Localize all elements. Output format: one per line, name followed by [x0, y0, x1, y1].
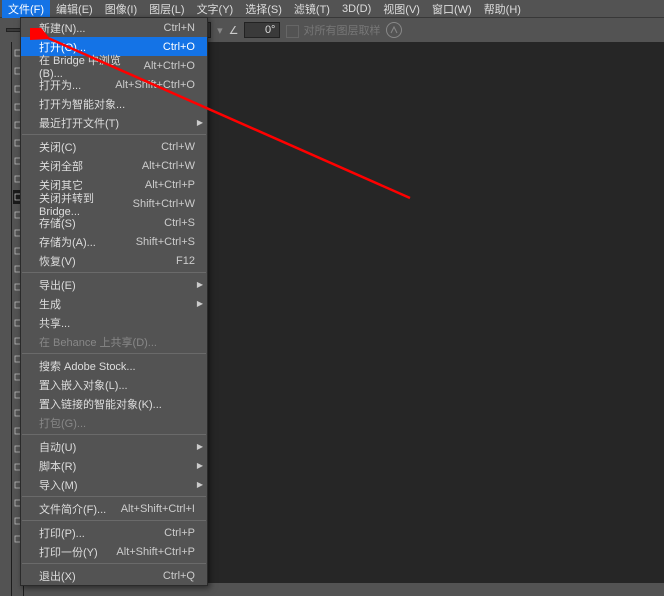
- pressure-icon[interactable]: [386, 22, 402, 38]
- menu-图层l[interactable]: 图层(L): [143, 0, 190, 18]
- menu-item[interactable]: 存储(S) Ctrl+S: [21, 213, 207, 232]
- menu-separator: [22, 496, 206, 497]
- menu-item[interactable]: 退出(X) Ctrl+Q: [21, 566, 207, 585]
- menu-item[interactable]: 打开为智能对象...: [21, 94, 207, 113]
- menu-item-label: 恢复(V): [39, 253, 76, 269]
- file-menu-dropdown: 新建(N)...Ctrl+N打开(O)...Ctrl+O在 Bridge 中浏览…: [20, 17, 208, 586]
- menu-3dd[interactable]: 3D(D): [336, 2, 377, 16]
- menu-item[interactable]: 最近打开文件(T): [21, 113, 207, 132]
- menu-编辑e[interactable]: 编辑(E): [50, 0, 99, 18]
- menu-item[interactable]: 置入链接的智能对象(K)...: [21, 394, 207, 413]
- menu-item-label: 搜索 Adobe Stock...: [39, 358, 136, 374]
- menu-帮助h[interactable]: 帮助(H): [478, 0, 527, 18]
- menu-图像i[interactable]: 图像(I): [99, 0, 143, 18]
- menu-item[interactable]: 存储为(A)... Shift+Ctrl+S: [21, 232, 207, 251]
- menu-separator: [22, 520, 206, 521]
- menu-item-shortcut: Alt+Shift+Ctrl+O: [115, 79, 195, 91]
- menu-item-label: 脚本(R): [39, 458, 76, 474]
- menu-item-label: 导出(E): [39, 277, 76, 293]
- menu-选择s[interactable]: 选择(S): [239, 0, 288, 18]
- menu-视图v[interactable]: 视图(V): [377, 0, 426, 18]
- menu-item-label: 打包(G)...: [39, 415, 86, 431]
- menu-item-label: 文件简介(F)...: [39, 501, 106, 517]
- menu-item-label: 关闭(C): [39, 139, 76, 155]
- menu-item[interactable]: 搜索 Adobe Stock...: [21, 356, 207, 375]
- menu-item[interactable]: 打印(P)... Ctrl+P: [21, 523, 207, 542]
- menu-item-label: 共享...: [39, 315, 70, 331]
- all-layers-checkbox[interactable]: 对所有图层取样: [286, 22, 380, 38]
- menu-文字y[interactable]: 文字(Y): [191, 0, 240, 18]
- menu-item[interactable]: 文件简介(F)... Alt+Shift+Ctrl+I: [21, 499, 207, 518]
- menu-item[interactable]: 关闭并转到 Bridge...Shift+Ctrl+W: [21, 194, 207, 213]
- menu-item[interactable]: 脚本(R): [21, 456, 207, 475]
- menubar: 文件(F)编辑(E)图像(I)图层(L)文字(Y)选择(S)滤镜(T)3D(D)…: [0, 0, 664, 17]
- menu-item-shortcut: Ctrl+N: [164, 22, 195, 34]
- menu-item-label: 置入链接的智能对象(K)...: [39, 396, 162, 412]
- menu-item-label: 置入嵌入对象(L)...: [39, 377, 128, 393]
- menu-item-shortcut: F12: [176, 255, 195, 267]
- menu-item[interactable]: 导入(M): [21, 475, 207, 494]
- menu-item[interactable]: 关闭(C) Ctrl+W: [21, 137, 207, 156]
- menu-item-shortcut: Ctrl+S: [164, 217, 195, 229]
- menu-item-shortcut: Alt+Ctrl+P: [145, 179, 195, 191]
- menu-item-label: 存储(S): [39, 215, 76, 231]
- menu-item-shortcut: Ctrl+Q: [163, 570, 195, 582]
- angle-icon: ∠: [229, 24, 239, 37]
- menu-item-label: 新建(N)...: [39, 20, 85, 36]
- menu-item-label: 最近打开文件(T): [39, 115, 119, 131]
- menu-item-shortcut: Alt+Ctrl+W: [142, 160, 195, 172]
- menu-item-label: 打开为智能对象...: [39, 96, 125, 112]
- menu-item-label: 导入(M): [39, 477, 78, 493]
- menu-item-label: 自动(U): [39, 439, 76, 455]
- menu-item[interactable]: 打印一份(Y) Alt+Shift+Ctrl+P: [21, 542, 207, 561]
- menu-item[interactable]: 导出(E): [21, 275, 207, 294]
- menu-item[interactable]: 新建(N)... Ctrl+N: [21, 18, 207, 37]
- menu-item-shortcut: Alt+Shift+Ctrl+I: [121, 503, 195, 515]
- menu-item-label: 在 Behance 上共享(D)...: [39, 334, 157, 350]
- menu-item[interactable]: 生成: [21, 294, 207, 313]
- menu-窗口w[interactable]: 窗口(W): [426, 0, 478, 18]
- menu-separator: [22, 134, 206, 135]
- menu-item: 打包(G)...: [21, 413, 207, 432]
- menu-文件f[interactable]: 文件(F): [2, 0, 50, 18]
- menu-item: 在 Behance 上共享(D)...: [21, 332, 207, 351]
- menu-item-label: 退出(X): [39, 568, 76, 584]
- menu-item-shortcut: Alt+Shift+Ctrl+P: [116, 546, 195, 558]
- menu-separator: [22, 272, 206, 273]
- menu-item-label: 打印一份(Y): [39, 544, 98, 560]
- menu-滤镜t[interactable]: 滤镜(T): [288, 0, 336, 18]
- menu-separator: [22, 353, 206, 354]
- menu-item-shortcut: Ctrl+W: [161, 141, 195, 153]
- menu-item-shortcut: Alt+Ctrl+O: [144, 60, 195, 72]
- menu-item-label: 生成: [39, 296, 61, 312]
- menu-item[interactable]: 自动(U): [21, 437, 207, 456]
- menu-item[interactable]: 关闭全部 Alt+Ctrl+W: [21, 156, 207, 175]
- menu-item[interactable]: 置入嵌入对象(L)...: [21, 375, 207, 394]
- menu-item[interactable]: 打开为... Alt+Shift+Ctrl+O: [21, 75, 207, 94]
- menu-item[interactable]: 在 Bridge 中浏览(B)...Alt+Ctrl+O: [21, 56, 207, 75]
- menu-item-label: 存储为(A)...: [39, 234, 96, 250]
- menu-item-label: 打印(P)...: [39, 525, 85, 541]
- menu-item[interactable]: 恢复(V) F12: [21, 251, 207, 270]
- menu-item[interactable]: 共享...: [21, 313, 207, 332]
- menu-item-shortcut: Shift+Ctrl+S: [136, 236, 195, 248]
- angle-input[interactable]: 0°: [244, 22, 280, 38]
- menu-item-shortcut: Ctrl+O: [163, 41, 195, 53]
- menu-item-label: 打开为...: [39, 77, 81, 93]
- menu-separator: [22, 434, 206, 435]
- menu-item-label: 关闭全部: [39, 158, 83, 174]
- tool-strip-a: [0, 42, 12, 596]
- menu-item-shortcut: Ctrl+P: [164, 527, 195, 539]
- menu-item-shortcut: Shift+Ctrl+W: [133, 198, 195, 210]
- menu-separator: [22, 563, 206, 564]
